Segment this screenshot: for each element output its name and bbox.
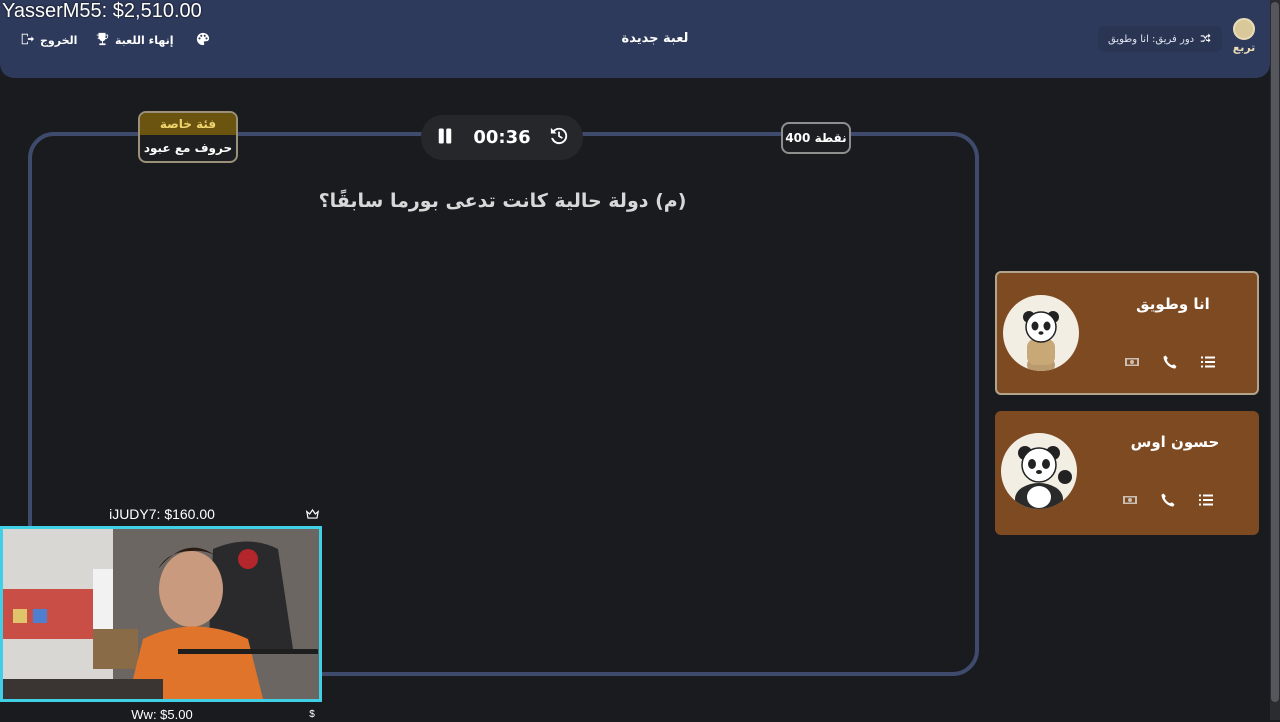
money-icon [1123,496,1137,504]
cam-donation-bottom-text: Ww: $5.00 [131,706,193,722]
call-tool-button[interactable] [1157,489,1179,511]
team-turn-indicator[interactable]: دور فريق: انا وطويق [1098,26,1223,52]
trophy-icon [95,32,109,49]
phone-icon [1163,355,1177,369]
logo-emblem [1233,18,1255,40]
call-tool-button[interactable] [1159,351,1181,373]
end-game-label: إنهاء اللعبة [115,33,174,47]
exit-icon [20,32,34,49]
history-icon [550,127,568,144]
team-avatar [1001,433,1077,509]
money-icon [1125,358,1139,366]
scrollbar-thumb[interactable] [1271,2,1279,702]
webcam-image [3,529,319,699]
list-icon [1199,494,1213,506]
cam-donation-top: iJUDY7: $160.00 [0,504,324,524]
pause-icon [438,128,452,143]
money-tool-button[interactable] [1121,351,1143,373]
donation-overlay-top: YasserM55: $2,510.00 [2,0,202,22]
new-game-button[interactable]: لعبة جديدة [600,31,710,46]
category-name: حروف مع عبود [143,141,233,155]
team-avatar [1003,295,1079,371]
pause-button[interactable] [435,126,455,150]
crown-icon [304,507,320,521]
team-tools [1121,351,1219,373]
points-badge: 400 نقطة [781,122,851,154]
list-icon [1201,356,1215,368]
page-scrollbar[interactable] [1270,0,1280,720]
team-name: حسون اوس [1130,433,1220,451]
team-tools [1119,489,1217,511]
shuffle-icon [1200,32,1212,47]
cam-donation-top-text: iJUDY7: $160.00 [109,506,215,522]
turn-label: دور فريق: انا وطويق [1108,33,1195,45]
reset-timer-button[interactable] [549,126,569,150]
category-badge: فئة خاصة حروف مع عبود [138,111,238,163]
palette-icon [196,32,210,49]
exit-label: الخروج [40,33,78,47]
theme-button[interactable] [196,31,210,49]
team-name: انا وطويق [1136,295,1210,313]
timer-bar: 00:36 [421,115,583,160]
end-game-button[interactable]: إنهاء اللعبة [95,31,174,49]
question-text: (م) دولة حالية كانت تدعى بورما سابقًا؟ [318,190,687,212]
dollar-badge: $ [309,708,315,720]
team-card-1: انا وطويق [995,271,1259,395]
list-tool-button[interactable] [1195,489,1217,511]
webcam-feed [0,526,322,702]
money-tool-button[interactable] [1119,489,1141,511]
list-tool-button[interactable] [1197,351,1219,373]
exit-button[interactable]: الخروج [20,31,77,49]
team-card-2: حسون اوس [995,411,1259,535]
logo-text: تربع [1232,41,1256,54]
app-logo: تربع [1228,18,1260,60]
category-type: فئة خاصة [140,113,236,135]
timer-display: 00:36 [473,127,531,148]
phone-icon [1161,493,1175,507]
